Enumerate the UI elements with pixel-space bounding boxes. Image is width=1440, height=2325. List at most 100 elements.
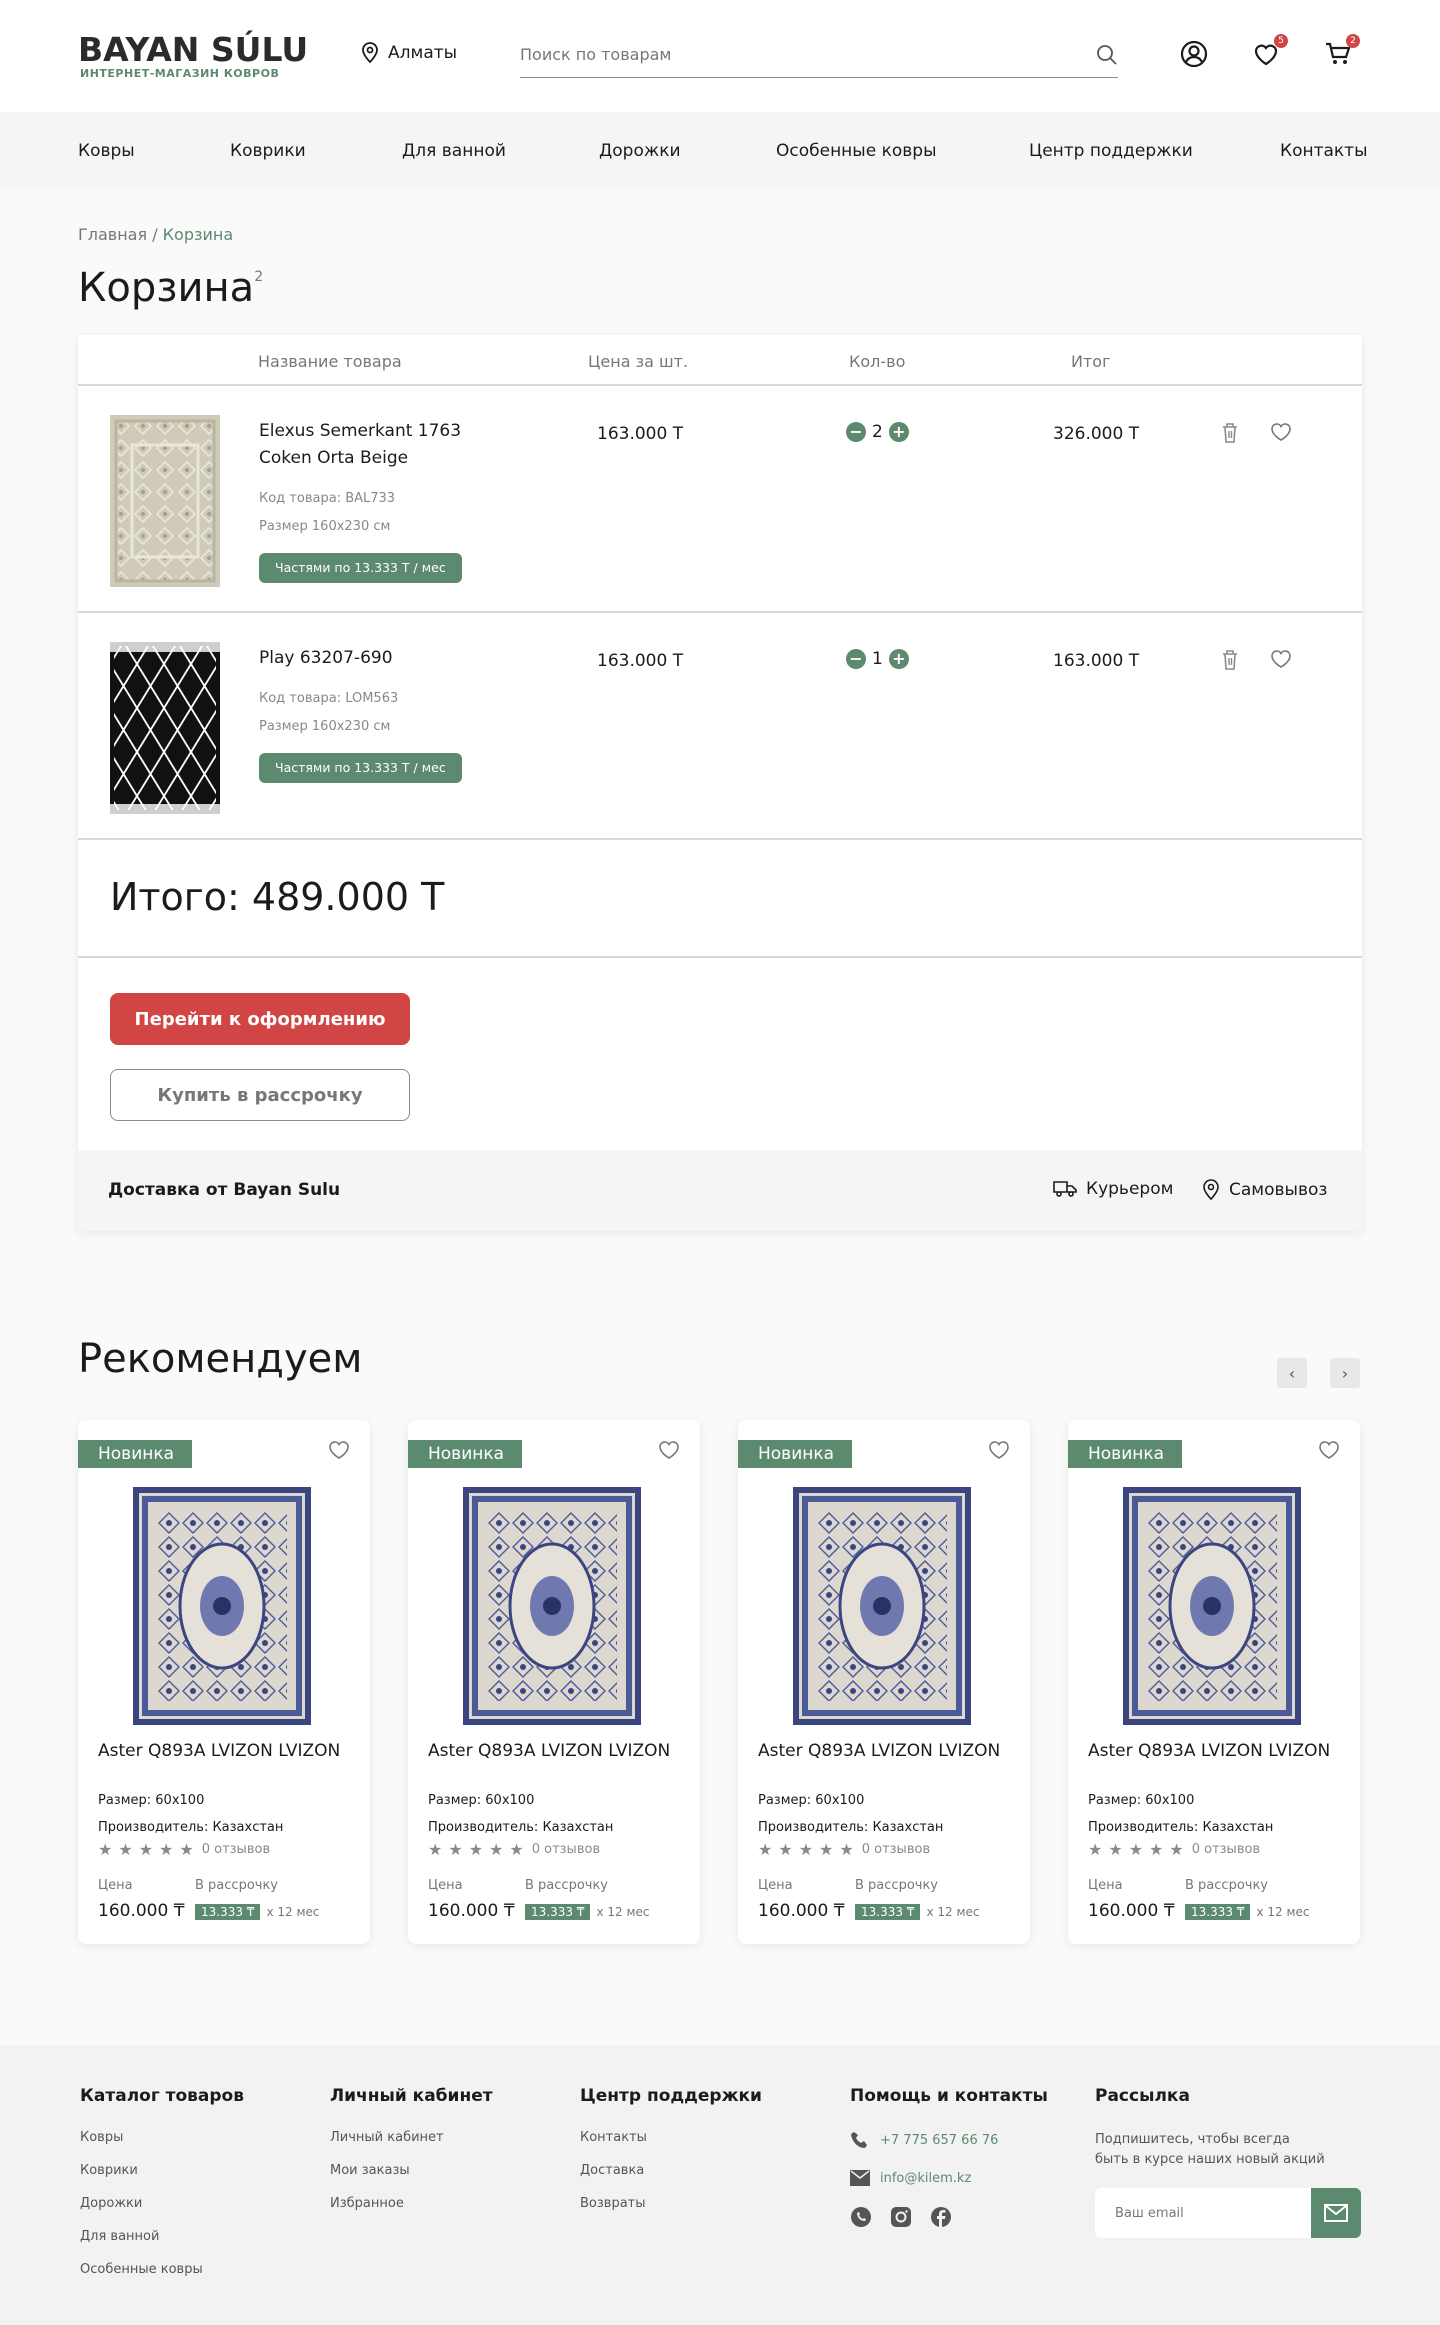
price-label: Цена	[98, 1878, 133, 1893]
rating-stars: ★ ★ ★ ★ ★ 0 отзывов	[98, 1840, 270, 1859]
nav-item-special[interactable]: Особенные ковры	[776, 141, 937, 161]
nav-item-carpets[interactable]: Ковры	[78, 141, 135, 161]
product-price: 160.000 ₸	[758, 1901, 845, 1921]
trash-icon[interactable]	[1220, 422, 1240, 444]
nav-item-support[interactable]: Центр поддержки	[1029, 141, 1193, 161]
footer-link[interactable]: Контакты	[580, 2130, 762, 2145]
carousel-prev-button[interactable]: ‹	[1277, 1358, 1307, 1388]
installment-term: x 12 мес	[266, 1905, 320, 1919]
divider	[78, 956, 1362, 958]
nav-item-bathroom[interactable]: Для ванной	[402, 141, 506, 161]
facebook-icon[interactable]	[930, 2206, 952, 2228]
installment-purchase-button[interactable]: Купить в рассрочку	[110, 1069, 410, 1121]
product-image[interactable]	[463, 1487, 641, 1725]
footer-link[interactable]: Возвраты	[580, 2196, 762, 2211]
product-card[interactable]: Новинка Aster Q893A LVIZON LVIZON Размер: …	[738, 1420, 1030, 1944]
footer-link[interactable]: Доставка	[580, 2163, 762, 2178]
installment-badge[interactable]: Частями по 13.333 Т / мес	[259, 553, 462, 583]
product-image[interactable]	[133, 1487, 311, 1725]
account-button[interactable]	[1180, 40, 1210, 70]
trash-icon[interactable]	[1220, 649, 1240, 671]
installment-term: x 12 мес	[1256, 1905, 1310, 1919]
city-selector[interactable]: Алматы	[360, 42, 457, 64]
footer-phone-text: +7 775 657 66 76	[880, 2132, 999, 2148]
product-maker: Производитель: Казахстан	[98, 1820, 284, 1835]
breadcrumb-separator: /	[147, 225, 163, 244]
breadcrumb-home[interactable]: Главная	[78, 225, 147, 244]
whatsapp-icon[interactable]	[850, 2206, 872, 2228]
footer-email[interactable]: info@kilem.kz	[850, 2170, 1048, 2186]
star-icon: ★	[489, 1840, 504, 1859]
logo-title[interactable]: BAYAN SÚLU	[78, 30, 308, 69]
product-image[interactable]	[1123, 1487, 1301, 1725]
footer-link[interactable]: Избранное	[330, 2196, 493, 2211]
star-icon: ★	[98, 1840, 113, 1859]
product-card[interactable]: Новинка Aster Q893A LVIZON LVIZON Размер: …	[408, 1420, 700, 1944]
footer-link[interactable]: Дорожки	[80, 2196, 244, 2211]
product-name[interactable]: Aster Q893A LVIZON LVIZON	[758, 1742, 1008, 1760]
increase-qty-button[interactable]: +	[888, 649, 909, 669]
footer-catalog-title: Каталог товаров	[80, 2086, 244, 2106]
product-price: 160.000 ₸	[98, 1901, 185, 1921]
delivery-title: Доставка от Bayan Sulu	[108, 1180, 341, 1200]
product-image[interactable]	[110, 415, 220, 587]
nav-item-runners[interactable]: Дорожки	[599, 141, 681, 161]
product-maker: Производитель: Казахстан	[428, 1820, 614, 1835]
heart-icon[interactable]	[328, 1440, 350, 1460]
breadcrumb: Главная / Корзина	[78, 225, 233, 244]
delivery-courier-option[interactable]: Курьером	[1053, 1179, 1173, 1199]
nav-item-contacts[interactable]: Контакты	[1280, 141, 1368, 161]
social-links	[850, 2206, 1048, 2228]
installment-badge[interactable]: Частями по 13.333 Т / мес	[259, 753, 462, 783]
carousel-next-button[interactable]: ›	[1330, 1358, 1360, 1388]
favorites-button[interactable]: 5	[1252, 34, 1288, 70]
product-name[interactable]: Aster Q893A LVIZON LVIZON	[98, 1742, 348, 1760]
product-name[interactable]: Aster Q893A LVIZON LVIZON	[428, 1742, 678, 1760]
footer-link[interactable]: Мои заказы	[330, 2163, 493, 2178]
heart-icon[interactable]	[1318, 1440, 1340, 1460]
footer-link[interactable]: Коврики	[80, 2163, 244, 2178]
heart-icon[interactable]	[988, 1440, 1010, 1460]
page-title-count: 2	[254, 269, 264, 285]
site-footer: Каталог товаров Ковры Коврики Дорожки Дл…	[0, 2046, 1440, 2325]
product-card[interactable]: Новинка Aster Q893A LVIZON LVIZON Размер: …	[1068, 1420, 1360, 1944]
nav-item-rugs[interactable]: Коврики	[230, 141, 306, 161]
checkout-button[interactable]: Перейти к оформлению	[110, 993, 410, 1045]
footer-link[interactable]: Ковры	[80, 2130, 244, 2145]
star-icon: ★	[839, 1840, 854, 1859]
product-name[interactable]: Aster Q893A LVIZON LVIZON	[1088, 1742, 1338, 1760]
product-image[interactable]	[793, 1487, 971, 1725]
installment-info: 13.333 ₸ x 12 мес	[195, 1904, 319, 1920]
delivery-pickup-option[interactable]: Самовывоз	[1202, 1179, 1327, 1201]
footer-link[interactable]: Для ванной	[80, 2229, 244, 2244]
decrease-qty-button[interactable]: −	[846, 649, 866, 669]
newsletter-submit-button[interactable]	[1311, 2188, 1361, 2238]
star-icon: ★	[428, 1840, 443, 1859]
star-icon: ★	[1108, 1840, 1123, 1859]
product-name[interactable]: Play 63207-690	[259, 645, 519, 672]
search-icon[interactable]	[1096, 44, 1118, 66]
product-image[interactable]	[110, 642, 220, 814]
footer-support: Центр поддержки Контакты Доставка Возвра…	[580, 2086, 762, 2229]
footer-phone[interactable]: +7 775 657 66 76	[850, 2130, 1048, 2150]
product-card[interactable]: Новинка Aster Q893A LVIZON LVIZON Размер: …	[78, 1420, 370, 1944]
newsletter-form	[1095, 2188, 1361, 2238]
star-icon: ★	[1128, 1840, 1144, 1859]
instagram-icon[interactable]	[890, 2206, 912, 2228]
decrease-qty-button[interactable]: −	[846, 422, 866, 442]
product-name[interactable]: Elexus Semerkant 1763 Coken Orta Beige	[259, 418, 519, 472]
installment-info: 13.333 ₸ x 12 мес	[1185, 1904, 1309, 1920]
heart-icon[interactable]	[1270, 422, 1292, 442]
footer-link[interactable]: Личный кабинет	[330, 2130, 493, 2145]
footer-link[interactable]: Особенные ковры	[80, 2262, 244, 2277]
newsletter-email-input[interactable]	[1095, 2188, 1295, 2238]
divider	[78, 838, 1362, 840]
heart-icon[interactable]	[658, 1440, 680, 1460]
rating-stars: ★ ★ ★ ★ ★ 0 отзывов	[1088, 1840, 1260, 1859]
heart-icon[interactable]	[1270, 649, 1292, 669]
search-input[interactable]	[520, 36, 1060, 72]
footer-contacts: Помощь и контакты +7 775 657 66 76 info@…	[850, 2086, 1048, 2228]
installment-value: 13.333 ₸	[1185, 1904, 1251, 1920]
increase-qty-button[interactable]: +	[888, 422, 909, 442]
cart-button[interactable]: 2	[1324, 34, 1360, 70]
